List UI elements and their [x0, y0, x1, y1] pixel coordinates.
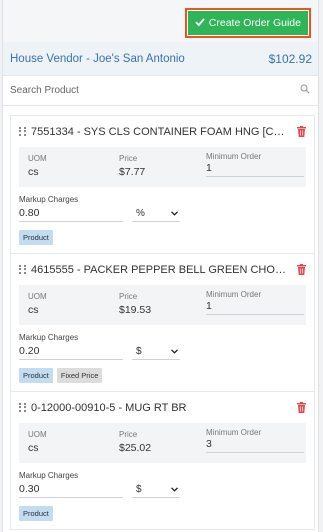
trash-icon[interactable] [297, 402, 306, 413]
uom-value: cs [28, 304, 39, 316]
price-label: Price [119, 292, 138, 301]
product-card: 0-12000-00910-5 - MUG RT BR UOM cs Price… [10, 392, 315, 530]
chevron-down-icon [171, 348, 178, 354]
price-label: Price [119, 154, 138, 163]
price-label: Price [119, 430, 138, 439]
vendor-header[interactable]: House Vendor - Joe's San Antonio $102.92 [3, 42, 318, 76]
trash-icon[interactable] [297, 264, 306, 275]
markup-type-select[interactable]: $ [132, 484, 180, 498]
drag-handle-icon[interactable] [19, 126, 27, 137]
chevron-down-icon [171, 486, 178, 492]
product-details: UOM cs Price $7.77 Minimum Order 1 [19, 147, 306, 187]
product-title: 0-12000-00910-5 - MUG RT BR [31, 401, 187, 414]
markup-type-select[interactable]: $ [132, 346, 180, 360]
order-guide-panel: Create Order Guide House Vendor - Joe's … [2, 0, 319, 532]
price-value: $19.53 [119, 304, 152, 316]
check-icon [195, 17, 205, 30]
uom-label: UOM [28, 430, 47, 439]
vendor-name: House Vendor - Joe's San Antonio [10, 52, 185, 65]
top-toolbar: Create Order Guide [3, 0, 318, 42]
product-details: UOM cs Price $19.53 Minimum Order 1 [19, 285, 306, 325]
uom-label: UOM [28, 292, 47, 301]
product-list: 7551334 - SYS CLS CONTAINER FOAM HNG [CO… [10, 115, 315, 530]
tag-fixed-price: Fixed Price [56, 368, 103, 383]
product-card: 7551334 - SYS CLS CONTAINER FOAM HNG [CO… [10, 115, 315, 254]
markup-type-value: $ [136, 345, 142, 357]
price-value: $25.02 [119, 442, 152, 454]
min-order-field[interactable]: 1 [206, 162, 304, 177]
markup-type-value: $ [136, 483, 142, 495]
vendor-total: $102.92 [268, 51, 312, 66]
create-order-guide-label: Create Order Guide [208, 17, 301, 29]
tag-product: Product [19, 368, 53, 383]
uom-value: cs [28, 166, 39, 178]
product-card: 4615555 - PACKER PEPPER BELL GREEN CHOPP… [10, 254, 315, 392]
markup-field[interactable]: 0.30 [19, 483, 123, 498]
create-order-guide-button[interactable]: Create Order Guide [187, 11, 308, 35]
markup-label: Markup Charges [19, 195, 79, 204]
uom-value: cs [28, 442, 39, 454]
chevron-down-icon [171, 210, 178, 216]
markup-field[interactable]: 0.20 [19, 345, 123, 360]
markup-type-value: % [136, 207, 145, 219]
markup-type-select[interactable]: % [132, 208, 180, 222]
trash-icon[interactable] [297, 126, 306, 137]
price-value: $7.77 [119, 166, 146, 178]
tag-product: Product [19, 230, 53, 245]
min-order-field[interactable]: 3 [206, 438, 304, 453]
drag-handle-icon[interactable] [19, 264, 27, 275]
min-order-label: Minimum Order [206, 290, 262, 299]
markup-field[interactable]: 0.80 [19, 207, 123, 222]
product-title: 4615555 - PACKER PEPPER BELL GREEN CHOPP… [31, 263, 297, 276]
product-title: 7551334 - SYS CLS CONTAINER FOAM HNG [CO… [31, 125, 297, 138]
min-order-label: Minimum Order [206, 152, 262, 161]
search-icon[interactable] [300, 84, 310, 97]
product-details: UOM cs Price $25.02 Minimum Order 3 [19, 423, 306, 463]
uom-label: UOM [28, 154, 47, 163]
search-bar [3, 76, 318, 106]
drag-handle-icon[interactable] [19, 402, 27, 413]
min-order-label: Minimum Order [206, 428, 262, 437]
search-product-input[interactable] [10, 85, 270, 96]
tag-product: Product [19, 506, 53, 521]
min-order-field[interactable]: 1 [206, 300, 304, 315]
markup-label: Markup Charges [19, 471, 79, 480]
markup-label: Markup Charges [19, 333, 79, 342]
create-button-highlight: Create Order Guide [184, 8, 311, 38]
